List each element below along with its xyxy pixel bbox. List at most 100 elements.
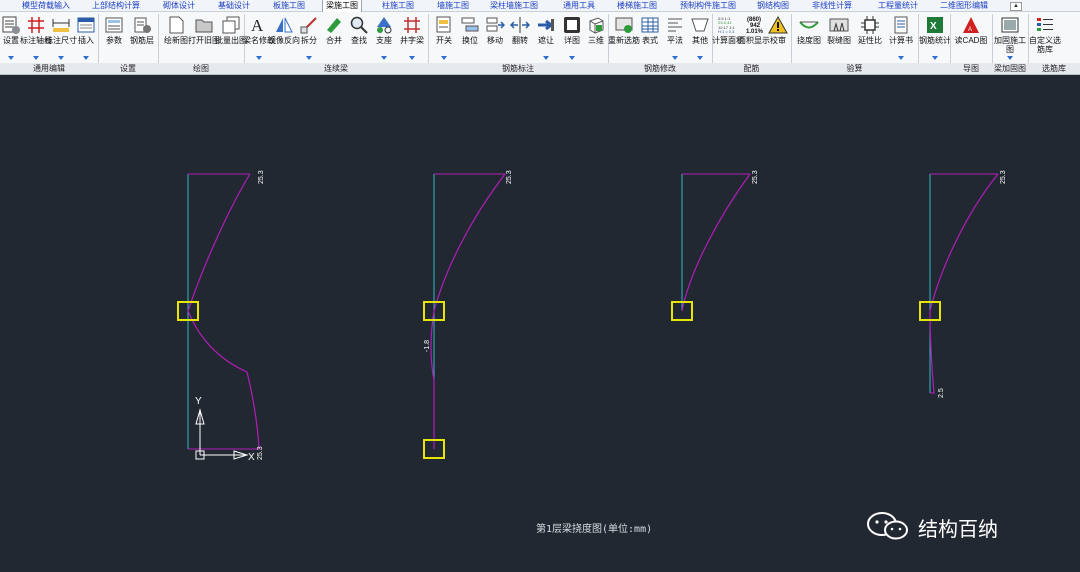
excel-icon: X	[927, 17, 943, 33]
beam-deflection-diagram-4[interactable]: 25.3 2.5	[919, 170, 1007, 398]
deflection-value: 2.5	[938, 388, 945, 398]
move-icon	[486, 17, 505, 32]
axis-y-label: Y	[195, 396, 202, 407]
group-continuous-beam: 连续梁	[324, 64, 348, 73]
tab-steel-drawing[interactable]: 钢结构图	[757, 0, 789, 11]
cad-read-button[interactable]: A 读CAD图	[955, 13, 987, 63]
review-warning-icon	[768, 15, 788, 34]
beam-deflection-diagram-2[interactable]: 25.3 -1.8	[423, 170, 513, 459]
avoid-icon	[538, 19, 554, 31]
calc-report-button[interactable]: 计算书	[887, 13, 915, 63]
group-settings: 设置	[120, 64, 136, 73]
beam-name-edit-icon: A	[251, 16, 264, 35]
ductility-button[interactable]: 延性比	[856, 13, 884, 63]
deflection-value: 25.3	[506, 170, 513, 184]
tab-quantity-stats[interactable]: 工程量统计	[878, 0, 918, 11]
deflection-value: 25.3	[258, 170, 265, 184]
tab-precast-drawing[interactable]: 预制构件施工图	[680, 0, 736, 11]
calc-area-icon: 0:5 1:123-0.4112:17 1:1H:1 = 0.3	[718, 16, 735, 34]
3d-view-icon	[589, 17, 604, 34]
svg-text:A: A	[251, 16, 264, 35]
table-icon	[641, 17, 659, 33]
merge-icon	[327, 18, 341, 33]
ribbon-collapse-button[interactable]: ▲	[1010, 2, 1022, 11]
other-icon	[691, 18, 709, 32]
find-icon	[350, 16, 368, 34]
split-icon	[300, 17, 317, 34]
tab-stair-drawing[interactable]: 楼梯施工图	[617, 0, 657, 11]
tab-2d-edit[interactable]: 二维图形编辑	[940, 0, 988, 11]
ucs-axis-icon: Y X	[195, 396, 255, 463]
group-rebar-annotation: 钢筋标注	[502, 64, 534, 73]
detail-icon	[564, 17, 580, 33]
new-drawing-icon	[169, 16, 184, 34]
drawing-canvas[interactable]: 25.3 25.3 Y X 25.3 -1.8 25.3 25.3 2.5	[0, 75, 1080, 572]
flip-icon	[510, 17, 530, 33]
deflection-curve	[681, 173, 751, 312]
tab-superstructure-calc[interactable]: 上部结构计算	[92, 0, 140, 11]
plane-method-icon	[668, 18, 682, 32]
ribbon-tab-bar: 模型荷载输入 上部结构计算 砌体设计 基础设计 板施工图 梁施工图 柱施工图 墙…	[0, 0, 1080, 12]
deflection-value: -1.8	[424, 340, 431, 352]
tab-wall-drawing[interactable]: 墙施工图	[437, 0, 469, 11]
deflection-value: 25.3	[752, 170, 759, 184]
grid-beam-button[interactable]: 井字梁	[398, 13, 426, 63]
ribbon-panel: 设置 标注轴线 标注尺寸 插入 参数 钢筋层 绘新图 打开旧图 批量出图 A 梁…	[0, 12, 1080, 74]
swap-icon	[461, 17, 479, 32]
rebar-stats-label: 钢筋统计	[919, 36, 951, 45]
tab-masonry-design[interactable]: 砌体设计	[163, 0, 195, 11]
tab-beam-column-wall-drawing[interactable]: 梁柱墙施工图	[490, 0, 538, 11]
svg-text:H:1 = 0.3: H:1 = 0.3	[718, 29, 735, 34]
crack-button[interactable]: 裂缝图	[825, 13, 853, 63]
rebar-layer-button[interactable]: 钢筋层	[128, 13, 156, 63]
calc-report-label: 计算书	[889, 36, 913, 45]
reinforce-drawing-button[interactable]: 加固施工图	[994, 13, 1026, 63]
deflection-curve	[430, 173, 506, 449]
tab-general-tools[interactable]: 通用工具	[563, 0, 595, 11]
calc-report-icon	[894, 16, 908, 34]
cad-read-label: 读CAD图	[954, 36, 988, 45]
grid-beam-icon	[404, 17, 420, 33]
group-check: 验算	[846, 64, 863, 73]
group-general-edit: 通用编辑	[33, 64, 65, 73]
custom-rebar-library-button[interactable]: 自定义选筋库	[1029, 13, 1061, 63]
tab-nonlinear-calc[interactable]: 非线性计算	[812, 0, 852, 11]
reinforce-drawing-icon	[1001, 17, 1019, 33]
group-rebar-library: 选筋库	[1042, 64, 1066, 73]
rebar-stats-button[interactable]: X 钢筋统计	[919, 13, 951, 63]
group-beam-reinforce: 梁加固图	[994, 64, 1026, 73]
review-button[interactable]: 校审	[764, 13, 792, 63]
group-export: 导图	[963, 64, 979, 73]
beam-deflection-diagram-1[interactable]: 25.3 25.3	[177, 170, 265, 460]
custom-rebar-library-label: 自定义选筋库	[1029, 36, 1061, 54]
mirror-icon	[276, 17, 293, 33]
deflection-value: 25.3	[257, 446, 264, 460]
drawing-caption: 第1层梁挠度图(单位:mm)	[536, 524, 653, 535]
ductility-icon	[861, 16, 879, 34]
rebar-layer-label: 钢筋层	[130, 36, 154, 45]
axis-x-label: X	[248, 452, 255, 463]
wechat-icon	[867, 512, 908, 540]
rebar-layer-icon	[134, 17, 151, 33]
deflection-curve	[929, 173, 999, 394]
group-reinforcement: 配筋	[743, 64, 760, 73]
area-display-icon: (860)9421.01%	[746, 17, 764, 35]
beam-deflection-diagram-3[interactable]: 25.3	[671, 170, 759, 321]
tab-model-load-input[interactable]: 模型荷载输入	[22, 0, 70, 11]
grid-beam-label: 井字梁	[400, 36, 424, 45]
svg-text:X: X	[930, 21, 937, 32]
batch-output-icon	[222, 16, 240, 34]
tab-foundation-design[interactable]: 基础设计	[218, 0, 250, 11]
tab-column-drawing[interactable]: 柱施工图	[382, 0, 414, 11]
switch-icon	[436, 16, 451, 33]
deflection-button[interactable]: 挠度图	[795, 13, 823, 63]
group-rebar-modify: 钢筋修改	[644, 64, 676, 73]
support-icon	[377, 17, 392, 34]
cad-read-icon: A	[963, 17, 979, 33]
ribbon-group-labels: 通用编辑 设置 绘图 连续梁 钢筋标注 钢筋修改 配筋 验算 导图 梁加固图 选…	[0, 63, 1080, 75]
axis-dimension-icon	[28, 17, 44, 33]
open-drawing-icon	[195, 19, 213, 33]
group-drawing: 绘图	[193, 64, 209, 73]
tab-beam-drawing[interactable]: 梁施工图	[322, 0, 362, 12]
tab-slab-drawing[interactable]: 板施工图	[273, 0, 305, 11]
